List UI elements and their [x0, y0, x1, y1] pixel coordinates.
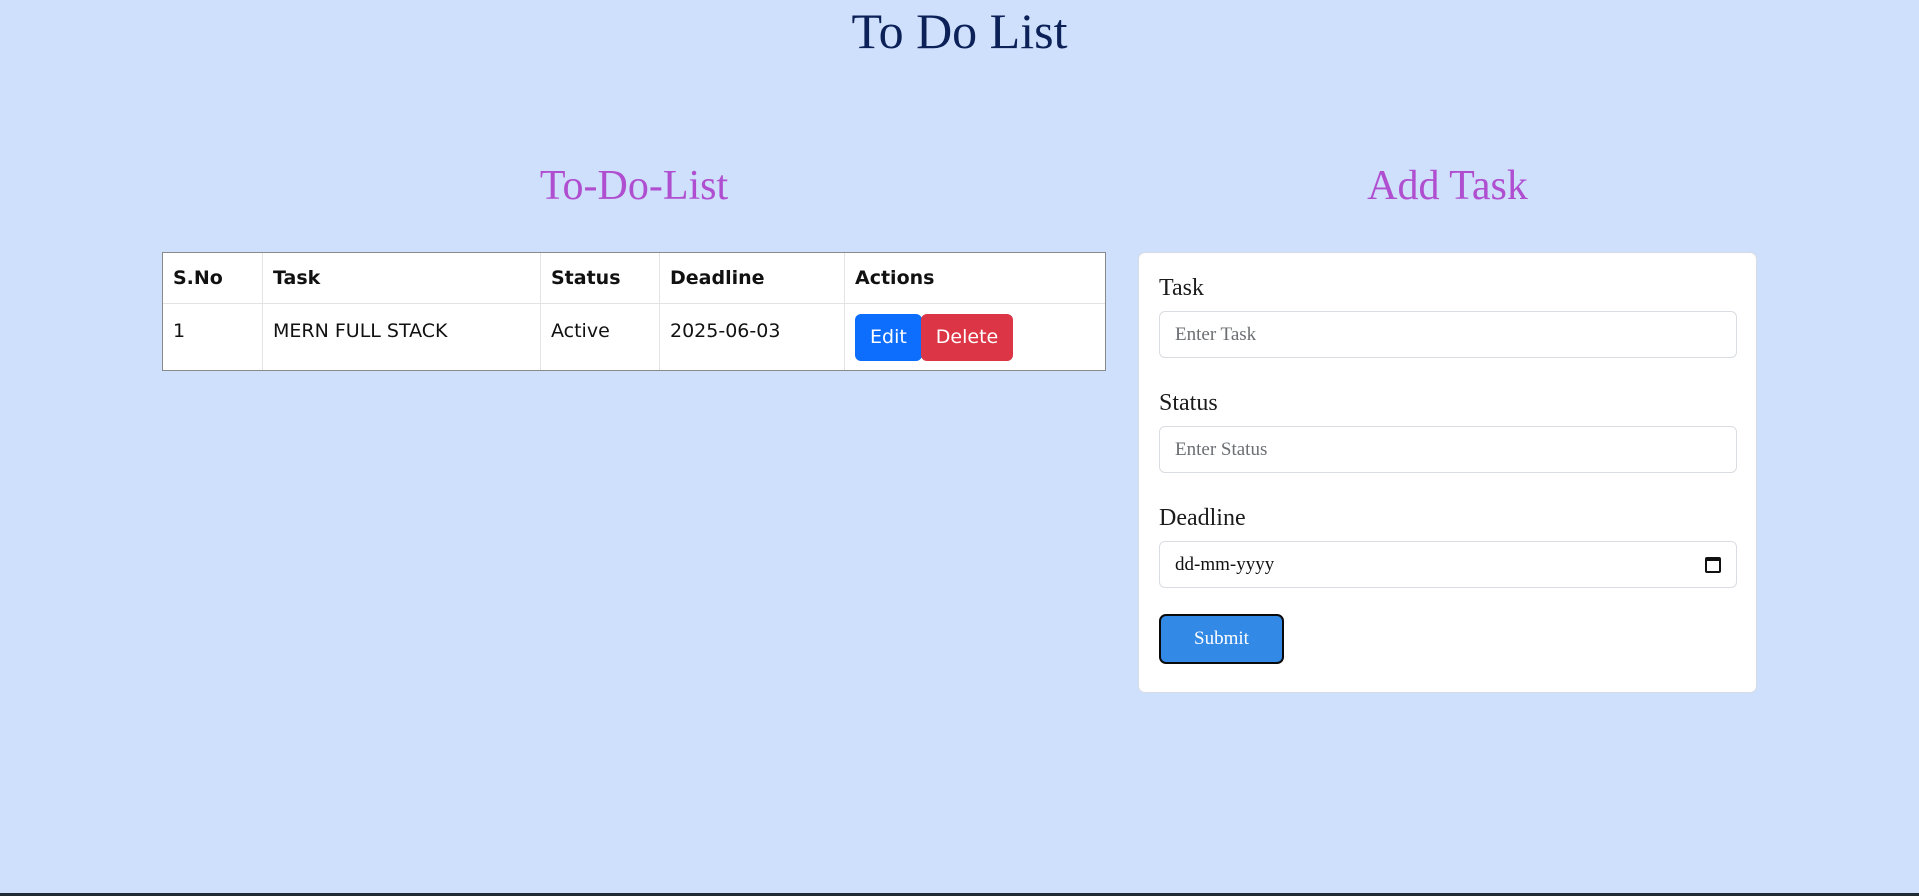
- cell-sno: 1: [163, 303, 263, 370]
- column-header-status: Status: [540, 253, 660, 304]
- todo-table-container: S.No Task Status Deadline Actions 1 MERN…: [162, 252, 1106, 371]
- cell-actions: Edit Delete: [845, 304, 1106, 370]
- submit-button[interactable]: Submit: [1159, 614, 1284, 664]
- column-header-deadline: Deadline: [659, 253, 845, 304]
- status-input[interactable]: [1159, 426, 1737, 473]
- table-header-row: S.No Task Status Deadline Actions: [163, 253, 1105, 304]
- task-input[interactable]: [1159, 311, 1737, 358]
- add-task-form: Task Status Deadline dd-mm-yyyy Submit: [1138, 252, 1757, 693]
- cell-deadline: 2025-06-03: [659, 303, 845, 370]
- status-label: Status: [1159, 390, 1218, 416]
- column-header-task: Task: [262, 253, 541, 304]
- deadline-label: Deadline: [1159, 505, 1246, 531]
- calendar-icon[interactable]: [1705, 556, 1721, 573]
- deadline-placeholder: dd-mm-yyyy: [1175, 553, 1275, 575]
- todo-table: S.No Task Status Deadline Actions 1 MERN…: [163, 253, 1105, 370]
- cell-task: MERN FULL STACK: [262, 303, 541, 370]
- deadline-date-input[interactable]: dd-mm-yyyy: [1159, 541, 1737, 588]
- column-header-sno: S.No: [163, 253, 263, 304]
- column-header-actions: Actions: [844, 253, 1105, 304]
- task-label: Task: [1159, 275, 1204, 301]
- page-title: To Do List: [851, 3, 1068, 59]
- table-row: 1 MERN FULL STACK Active 2025-06-03 Edit…: [163, 303, 1106, 370]
- cell-status: Active: [540, 303, 660, 370]
- delete-button[interactable]: Delete: [920, 314, 1014, 361]
- task-field-group: Task: [1159, 273, 1737, 358]
- edit-button[interactable]: Edit: [855, 314, 922, 361]
- status-field-group: Status: [1159, 388, 1737, 473]
- deadline-field-group: Deadline dd-mm-yyyy: [1159, 503, 1737, 588]
- add-task-heading: Add Task: [1367, 163, 1528, 209]
- todo-list-heading: To-Do-List: [539, 163, 729, 209]
